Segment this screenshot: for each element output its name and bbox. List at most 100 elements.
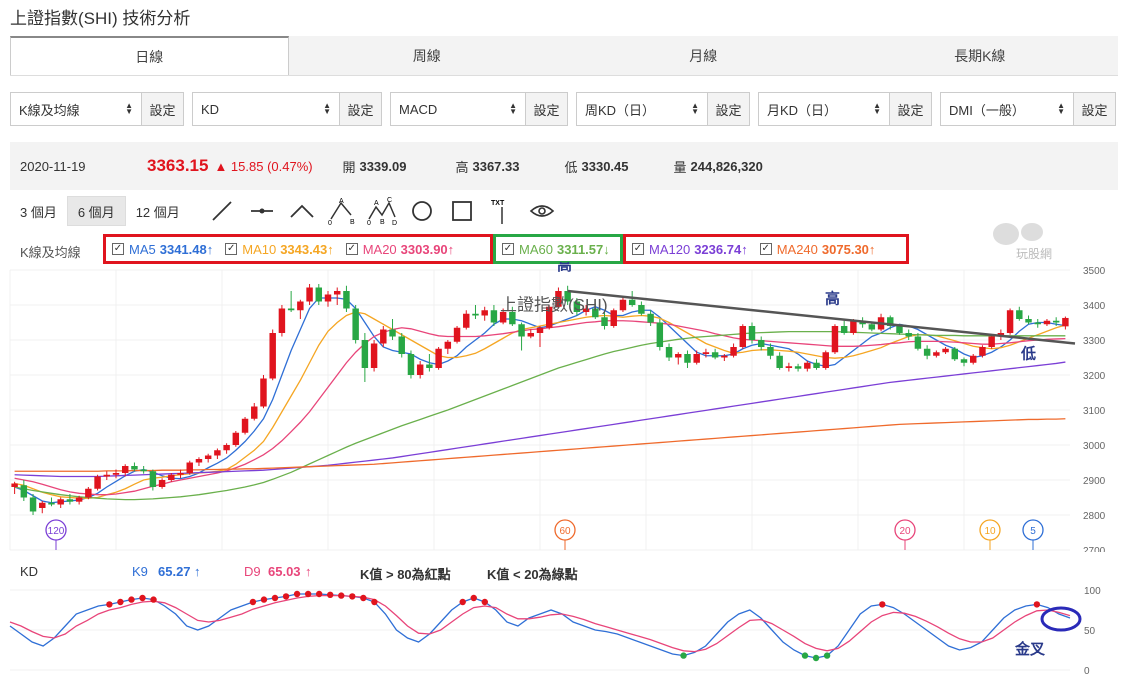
candle-body (1016, 310, 1023, 319)
settings-button[interactable]: 設定 (707, 93, 749, 125)
kd-red-dot (349, 593, 356, 600)
candle-body (601, 317, 608, 326)
dropdown-arrow-icon: ▲ ▼ (323, 101, 331, 116)
candle (204, 453, 212, 463)
settings-button[interactable]: 設定 (1073, 93, 1115, 125)
svg-text:C: C (387, 197, 392, 204)
candle (960, 357, 968, 367)
candle (481, 306, 488, 321)
volume-value: 244,826,320 (690, 158, 763, 174)
y-tick-label: 2800 (1083, 511, 1106, 522)
candle-body (905, 333, 912, 337)
ma-toggle-ma240[interactable]: ✓ MA240 3075.30 ↑ (759, 241, 875, 257)
y-tick-label: 2700 (1083, 546, 1106, 552)
kd-red-dot (470, 594, 477, 602)
indicator-dropdown[interactable]: 月KD（日） ▲ ▼ (759, 93, 889, 125)
indicator-dropdown[interactable]: DMI（一般） ▲ ▼ (941, 93, 1073, 125)
dropdown-value: DMI（一般） (949, 102, 1025, 118)
settings-button[interactable]: 設定 (525, 93, 567, 125)
kd-chart[interactable]: 0 50 100 金叉 (0, 580, 1134, 676)
candle-body (1034, 322, 1041, 325)
chart-title-overlay: 上證指數(SHI) (500, 295, 608, 314)
checkbox-icon[interactable]: ✓ (112, 243, 124, 255)
candle-body (57, 499, 64, 505)
candle (214, 448, 221, 459)
marker-label: 120 (48, 526, 65, 537)
tab-2[interactable]: 月線 (565, 36, 842, 75)
candle (619, 296, 627, 312)
candle-body (518, 324, 525, 337)
candle-body (850, 320, 857, 333)
indicator-dropdown[interactable]: KD ▲ ▼ (193, 93, 339, 125)
ma-value: 3341.48 (159, 241, 207, 257)
checkbox-icon[interactable]: ✓ (502, 243, 514, 255)
candle (251, 403, 258, 421)
candle-body (214, 450, 221, 456)
low-label: 低 (564, 159, 578, 175)
circle-tool-icon[interactable] (402, 196, 442, 226)
marker-label: 60 (559, 526, 571, 537)
ma-group-short: ✓ MA5 3341.48 ↑ ✓ MA10 3343.43 ↑ ✓ MA20 3303.90 ↑ (103, 234, 493, 264)
checkbox-icon[interactable]: ✓ (345, 243, 358, 255)
horizontal-line-icon[interactable] (242, 196, 282, 226)
indicator-selector-5: DMI（一般） ▲ ▼ 設定 (940, 92, 1116, 126)
candle-body (121, 466, 129, 473)
candle (20, 480, 28, 501)
candle-body (1006, 310, 1014, 333)
dropdown-value: K線及均線 (19, 102, 80, 118)
indicator-dropdown[interactable]: 周KD（日） ▲ ▼ (577, 93, 707, 125)
tab-3[interactable]: 長期K線 (842, 36, 1119, 75)
candle-body (628, 299, 636, 305)
candle-body (278, 308, 286, 333)
range-6m-button[interactable]: 6 個月 (66, 196, 126, 226)
y-tick-label: 3400 (1083, 301, 1106, 312)
resistance-trendline[interactable] (567, 289, 1076, 345)
annotation-low: 低 (1020, 345, 1036, 363)
range-12m-button[interactable]: 12 個月 (126, 196, 190, 226)
ma-toggle-ma20[interactable]: ✓ MA20 3303.90 ↑ (345, 242, 454, 257)
checkbox-icon[interactable]: ✓ (225, 243, 238, 255)
candle (416, 361, 424, 379)
settings-button[interactable]: 設定 (889, 93, 931, 125)
d9-label: D9 (244, 564, 261, 579)
ma-name: MA60 (519, 241, 553, 257)
ma-toggle-ma120[interactable]: ✓ MA120 3236.74 ↑ (632, 242, 748, 257)
tab-0[interactable]: 日線 (10, 36, 289, 75)
tab-1[interactable]: 周線 (289, 36, 566, 75)
candle-body (223, 445, 230, 451)
candle-body (647, 313, 654, 323)
candle (306, 284, 313, 305)
checkbox-icon[interactable]: ✓ (759, 243, 772, 255)
svg-text:A: A (374, 200, 379, 207)
candle (601, 312, 608, 330)
candle (1025, 315, 1032, 325)
line-tool-icon[interactable] (202, 196, 242, 226)
price-chart[interactable]: 2700 2800 2900 3000 3100 3200 3300 3400 3500 上證指數… (0, 262, 1134, 552)
candle (352, 305, 359, 344)
abcd-pattern-icon[interactable]: 0 A B C D (362, 196, 402, 226)
ma-value: 3075.30 (821, 241, 869, 257)
ma-toggle-ma60[interactable]: ✓ MA60 3311.57 ↓ (502, 242, 610, 257)
settings-button[interactable]: 設定 (339, 93, 381, 125)
kd-y-tick-label: 100 (1084, 586, 1101, 597)
kd-green-dot (812, 654, 820, 662)
candle-body (361, 340, 369, 368)
ma-toggle-ma10[interactable]: ✓ MA10 3343.43 ↑ (225, 242, 334, 257)
abc-pattern-icon[interactable]: 0 A B (322, 196, 362, 226)
checkbox-icon[interactable]: ✓ (632, 243, 644, 255)
rectangle-tool-icon[interactable] (442, 196, 482, 226)
dropdown-arrow-icon: ▲ ▼ (509, 101, 517, 116)
settings-button[interactable]: 設定 (141, 93, 183, 125)
ma-toggle-ma5[interactable]: ✓ MA5 3341.48 ↑ (112, 242, 213, 257)
kd-label: KD (20, 564, 39, 579)
annotation-golden-cross: 金叉 (1014, 640, 1046, 658)
text-tool-icon[interactable]: TXT (482, 196, 522, 226)
range-3m-button[interactable]: 3 個月 (10, 196, 67, 226)
candle-body (776, 355, 783, 368)
angle-tool-icon[interactable] (282, 196, 322, 226)
candle (297, 299, 304, 319)
eye-icon[interactable] (522, 196, 562, 226)
candle (444, 340, 452, 354)
indicator-dropdown[interactable]: MACD ▲ ▼ (391, 93, 525, 125)
indicator-dropdown[interactable]: K線及均線 ▲ ▼ (11, 93, 141, 125)
